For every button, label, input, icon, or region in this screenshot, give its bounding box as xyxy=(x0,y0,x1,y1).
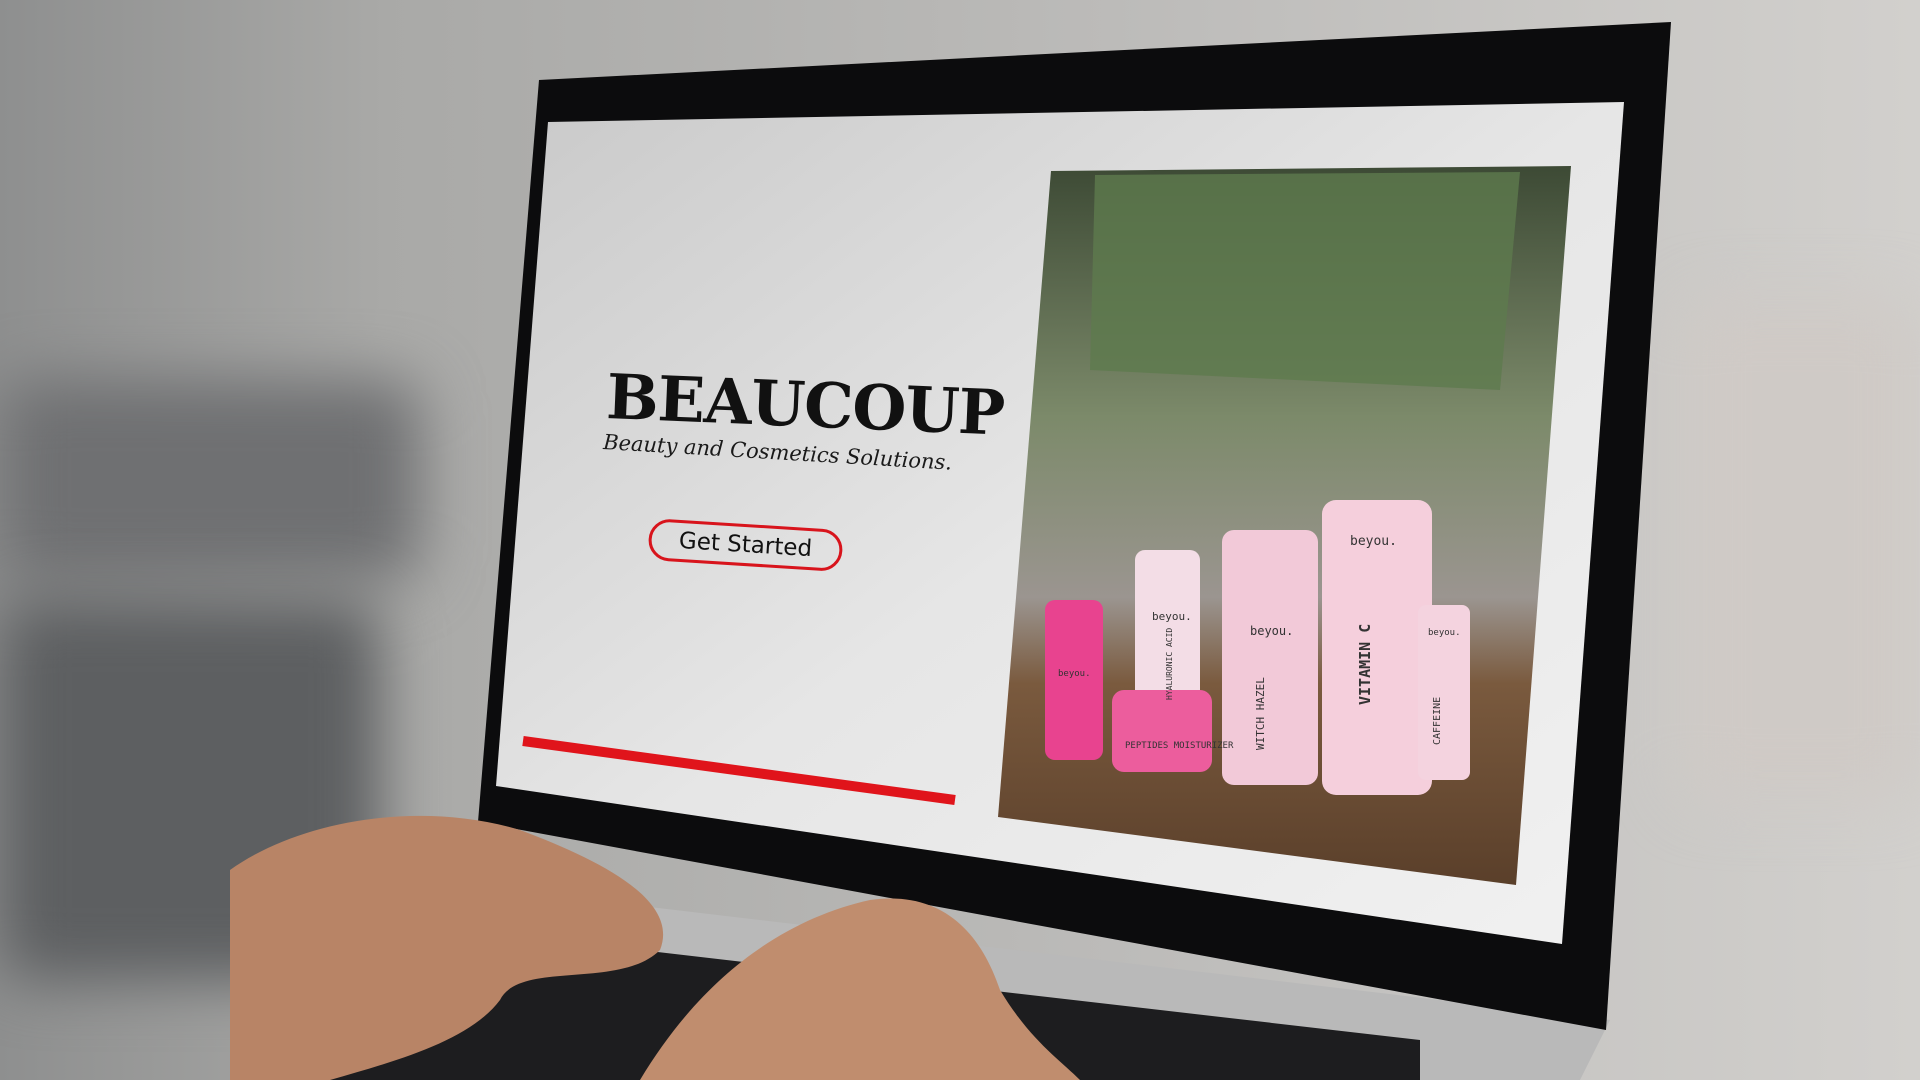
svg-text:beyou.: beyou. xyxy=(1428,628,1461,638)
svg-text:beyou.: beyou. xyxy=(1152,610,1192,623)
svg-text:PEPTIDES MOISTURIZER: PEPTIDES MOISTURIZER xyxy=(1125,741,1234,751)
svg-text:beyou.: beyou. xyxy=(1058,669,1091,679)
svg-text:beyou.: beyou. xyxy=(1250,624,1293,638)
product-moisturizer-jar xyxy=(1112,690,1212,772)
svg-text:beyou.: beyou. xyxy=(1350,534,1397,549)
product-serum xyxy=(1045,600,1103,760)
product-witch-hazel xyxy=(1222,530,1318,785)
svg-text:CAFFEINE: CAFFEINE xyxy=(1432,697,1443,745)
laptop-scene: beyou. beyou. beyou. beyou. beyou. HYALU… xyxy=(230,22,1671,1080)
svg-text:WITCH HAZEL: WITCH HAZEL xyxy=(1254,677,1267,750)
svg-text:HYALURONIC ACID: HYALURONIC ACID xyxy=(1165,628,1174,700)
svg-text:VITAMIN C: VITAMIN C xyxy=(1356,624,1374,705)
photo-window xyxy=(1090,172,1520,390)
